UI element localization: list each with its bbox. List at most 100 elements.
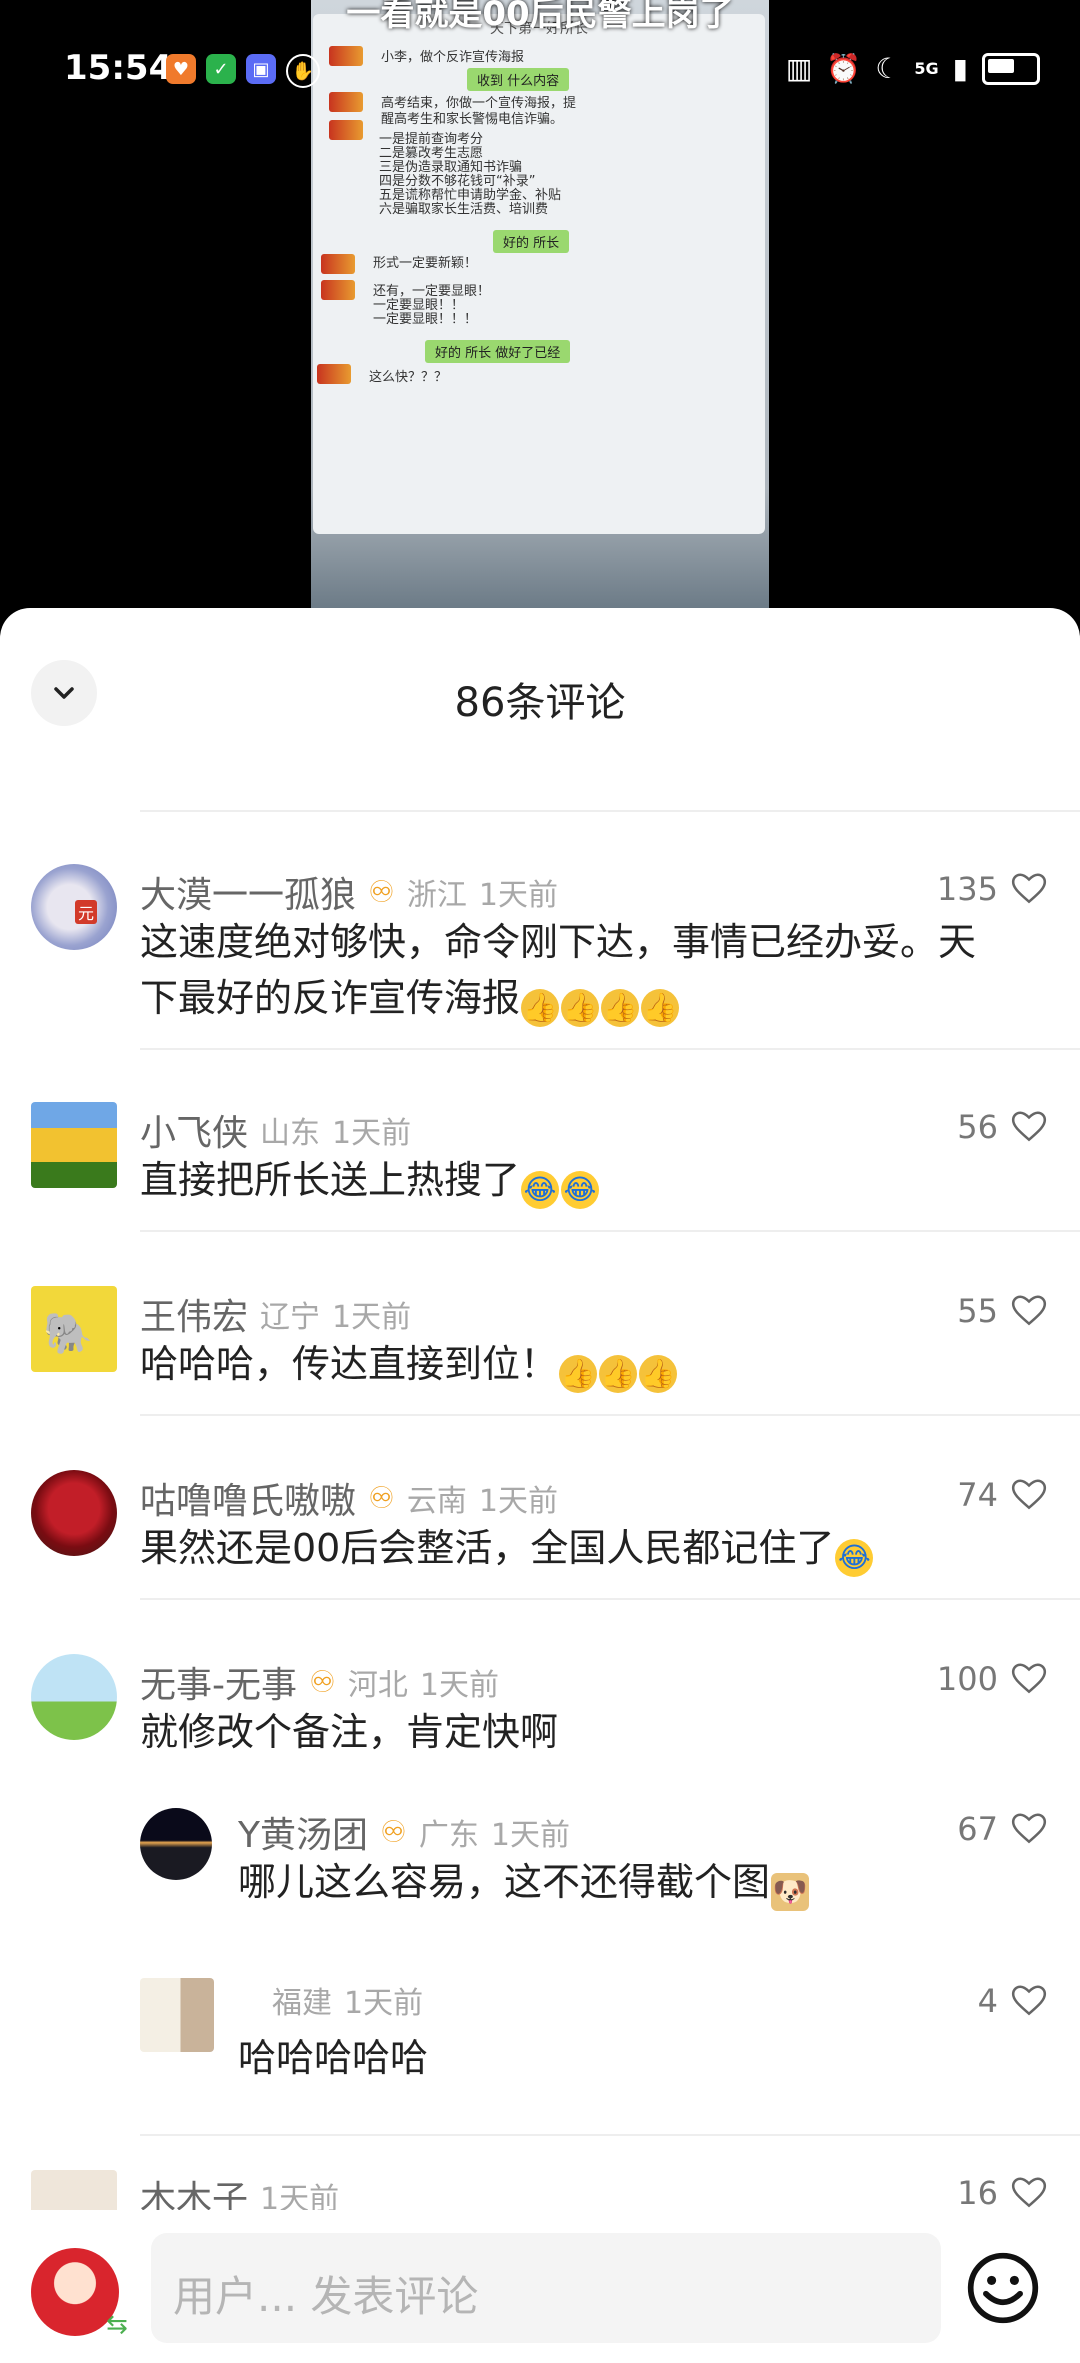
location: 福建 [272, 1986, 332, 2021]
timestamp: 1天前 [478, 878, 559, 913]
chat-bubble: 好的 所长 [493, 230, 570, 253]
moon-icon: ☾ [875, 52, 901, 85]
sheet-header: 86条评论 [0, 608, 1080, 728]
reply-text-content: 哪儿这么容易，这不还得截个图 [238, 1860, 771, 1904]
like-button[interactable]: 67 [957, 1810, 1048, 1848]
divider [140, 1230, 1080, 1232]
username[interactable]: 咕噜噜氏嗷嗷 [140, 1472, 356, 1524]
username[interactable]: 王伟宏 [140, 1288, 248, 1340]
laugh-cry-emoji-icon: 😂 [835, 1539, 874, 1577]
shield-icon: ✓ [206, 54, 236, 84]
username[interactable]: 无事-无事 [140, 1656, 297, 1708]
like-button[interactable]: 16 [957, 2174, 1048, 2212]
like-button[interactable]: 135 [937, 870, 1048, 908]
divider [140, 1048, 1080, 1050]
comment-header: 小飞侠 山东 1天前 [140, 1104, 411, 1156]
username[interactable]: 大漠一一孤狼 [140, 866, 356, 918]
hand-icon: ✋ [286, 54, 320, 88]
comment-line-text: 哈哈哈，传达直接到位！ [140, 1342, 559, 1386]
location: 广东 [418, 1818, 479, 1853]
alarm-icon: ⏰ [826, 52, 862, 85]
comment-line-text: 果然还是00后会整活，全国人民都记住了 [140, 1526, 835, 1570]
location: 河北 [347, 1668, 408, 1703]
chat-avatar [321, 280, 355, 300]
like-button[interactable]: 56 [957, 1108, 1048, 1146]
reply-avatar[interactable] [140, 1808, 212, 1880]
like-button[interactable]: 100 [937, 1660, 1048, 1698]
vip-badge-icon: ♾ [309, 1664, 336, 1700]
doge-emoji-icon: 🐶 [771, 1873, 810, 1911]
comment-line-text: 下最好的反诈宣传海报 [140, 976, 521, 1020]
user-avatar[interactable] [31, 1654, 117, 1740]
comment-line-text: 直接把所长送上热搜了 [140, 1158, 521, 1202]
like-count: 56 [957, 1108, 998, 1146]
comment-text[interactable]: 哈哈哈，传达直接到位！👍 👍 👍 [140, 1336, 1040, 1393]
divider [140, 1414, 1080, 1416]
like-count: 16 [957, 2174, 998, 2212]
like-count: 55 [957, 1292, 998, 1330]
chat-line: 六是骗取家长生活费、培训费 [379, 202, 549, 217]
avatar-badge: 元 [75, 900, 98, 924]
reply-avatar[interactable] [140, 1978, 214, 2052]
emoji-icon[interactable] [965, 2250, 1041, 2326]
comment-text[interactable]: 就修改个备注，肯定快啊 [140, 1704, 1040, 1760]
username[interactable]: Y黄汤团 [238, 1806, 368, 1858]
user-avatar[interactable] [31, 1470, 117, 1556]
heart-icon [1011, 1663, 1047, 1694]
user-avatar[interactable] [31, 1102, 117, 1188]
username[interactable]: 小飞侠 [140, 1104, 248, 1156]
like-count: 100 [936, 1660, 998, 1698]
status-time: 15:54 [64, 48, 173, 88]
timestamp: 1天前 [490, 1818, 570, 1853]
comment-line: 这速度绝对够快，命令刚下达，事情已经办妥。天 [140, 920, 977, 964]
like-button[interactable]: 4 [978, 1982, 1048, 2020]
user-avatar[interactable]: 元 [31, 864, 117, 950]
divider [140, 2134, 1080, 2136]
vip-badge-icon: ♾ [380, 1814, 407, 1850]
like-count: 74 [957, 1476, 998, 1514]
comments-sheet: 86条评论 元 大漠一一孤狼 ♾ 浙江 1天前 135 这速度绝对够快，命令刚下… [0, 608, 1080, 2363]
switch-account-icon[interactable]: ⇆ [106, 2310, 128, 2340]
network-type: 5G [914, 58, 939, 78]
timestamp: 1天前 [332, 1300, 412, 1335]
like-button[interactable]: 55 [957, 1292, 1048, 1330]
comment-text[interactable]: 这速度绝对够快，命令刚下达，事情已经办妥。天 下最好的反诈宣传海报👍 👍 👍 👍 [140, 914, 1040, 1027]
notification-icons: ♥ ✓ ▣ ✋ [166, 54, 320, 88]
chat-avatar [317, 364, 351, 384]
reply-text[interactable]: 哪儿这么容易，这不还得截个图🐶 [238, 1854, 1038, 1911]
comment-text[interactable]: 果然还是00后会整活，全国人民都记住了 😂 [140, 1520, 1040, 1577]
timestamp: 1天前 [478, 1484, 559, 1519]
location: 浙江 [406, 878, 467, 913]
chat-line: 这么快？？？ [369, 370, 448, 385]
thumbs-up-emoji-icon: 👍 [641, 989, 680, 1027]
heart-icon [1011, 1813, 1047, 1844]
signal-icon: ▮ [952, 52, 968, 85]
reply-text[interactable]: 哈哈哈哈哈 [238, 2030, 1038, 2086]
status-bar: 15:54 ♥ ✓ ▣ ✋ ▥ ⏰ ☾ 5G ▮ [0, 0, 1080, 140]
user-avatar[interactable]: 🐘 [31, 1286, 117, 1372]
location: 云南 [406, 1484, 467, 1519]
heart-icon [1011, 1479, 1047, 1510]
timestamp: 1天前 [332, 1116, 412, 1151]
comment-header: 咕噜噜氏嗷嗷 ♾ 云南 1天前 [140, 1472, 558, 1524]
heart-icon [1011, 1985, 1047, 2016]
thumbs-up-emoji-icon: 👍 [561, 989, 600, 1027]
comment-input[interactable]: 用户... 发表评论 [151, 2233, 941, 2343]
app-notification-icon: ♥ [166, 54, 196, 84]
chat-avatar [321, 254, 355, 274]
elephant-icon: 🐘 [43, 1311, 93, 1357]
comment-header: 无事-无事 ♾ 河北 1天前 [140, 1656, 499, 1708]
heart-icon [1011, 2177, 1047, 2208]
reply-header: 福建 1天前 [260, 1978, 423, 2022]
heart-icon [1011, 1111, 1047, 1142]
vip-badge-icon: ♾ [368, 1480, 395, 1516]
like-button[interactable]: 74 [957, 1476, 1048, 1514]
like-count: 67 [957, 1810, 998, 1848]
reply-header: Y黄汤团 ♾ 广东 1天前 [238, 1806, 570, 1858]
chat-line: 一定要显眼！！！ [373, 312, 478, 327]
chat-line: 形式一定要新颖！ [373, 256, 478, 271]
location: 山东 [260, 1116, 321, 1151]
comment-text[interactable]: 直接把所长送上热搜了 😂 😂 [140, 1152, 1040, 1209]
timestamp: 1天前 [419, 1668, 499, 1703]
comment-line: 下最好的反诈宣传海报👍 👍 👍 👍 [140, 970, 1040, 1027]
